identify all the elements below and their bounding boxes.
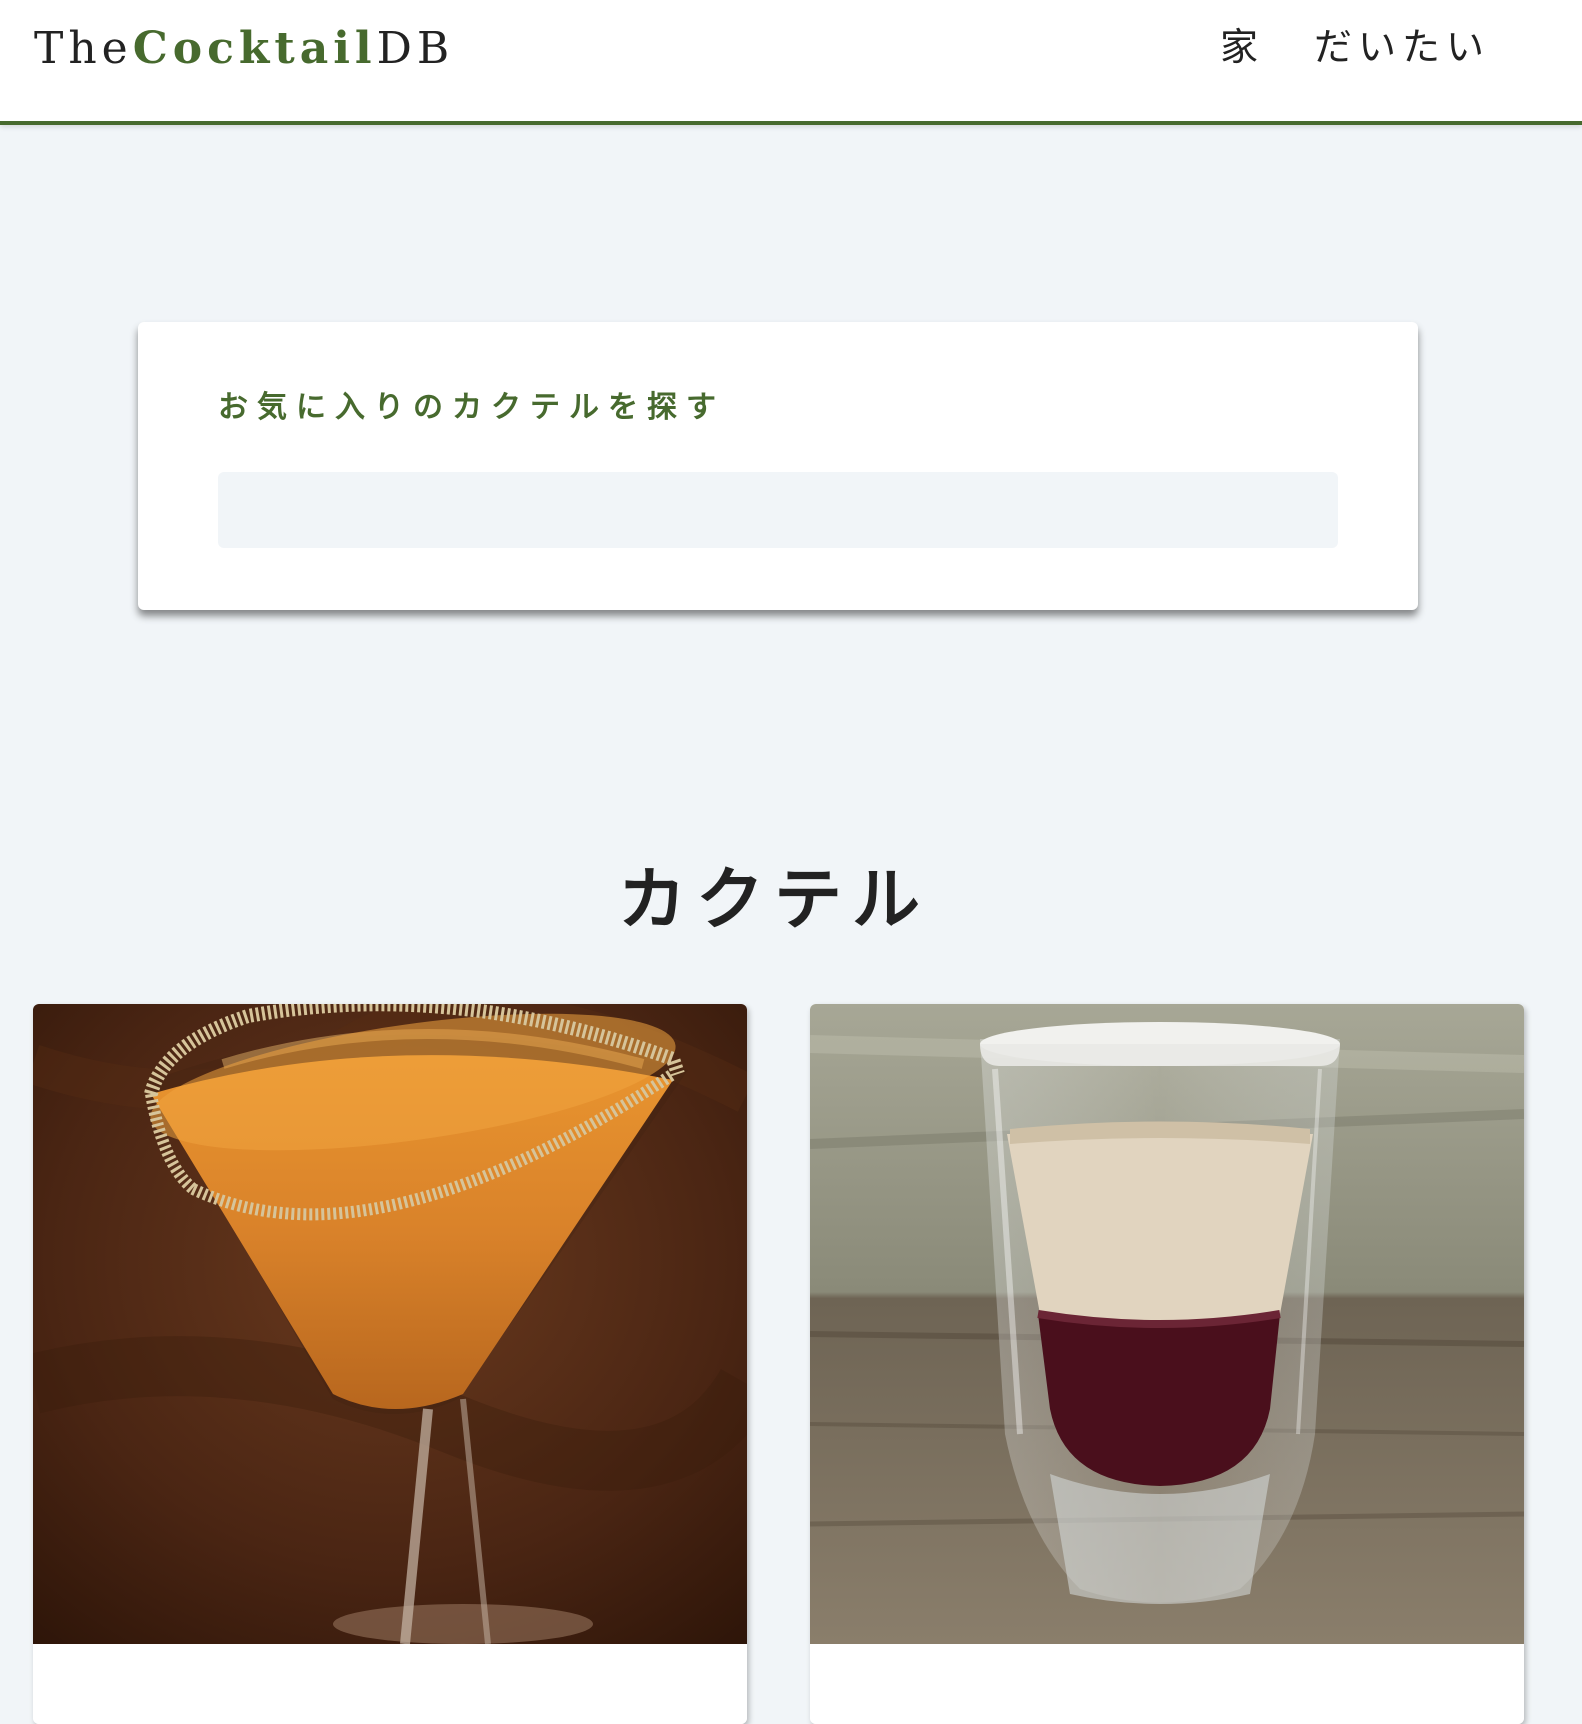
cocktail-image	[33, 1004, 747, 1644]
cocktail-card[interactable]	[810, 1004, 1524, 1724]
search-input[interactable]	[218, 472, 1338, 548]
card-footer	[33, 1644, 747, 1724]
card-footer	[810, 1644, 1524, 1724]
cocktail-image	[810, 1004, 1524, 1644]
nav-link-home[interactable]: 家	[1220, 22, 1264, 72]
logo-prefix: The	[34, 23, 133, 74]
logo-suffix: DB	[376, 23, 455, 74]
logo-accent: Cocktail	[132, 23, 377, 74]
navbar: TheCocktailDB 家 だいたい	[0, 0, 1582, 125]
cocktail-card[interactable]	[33, 1004, 747, 1724]
search-card: お気に入りのカクテルを探す	[138, 322, 1418, 610]
section-title: カクテル	[617, 861, 930, 941]
nav-link-about[interactable]: だいたい	[1314, 22, 1490, 72]
nav-links: 家 だいたい	[1220, 22, 1490, 72]
logo[interactable]: TheCocktailDB	[34, 24, 454, 74]
search-label: お気に入りのカクテルを探す	[218, 390, 725, 425]
